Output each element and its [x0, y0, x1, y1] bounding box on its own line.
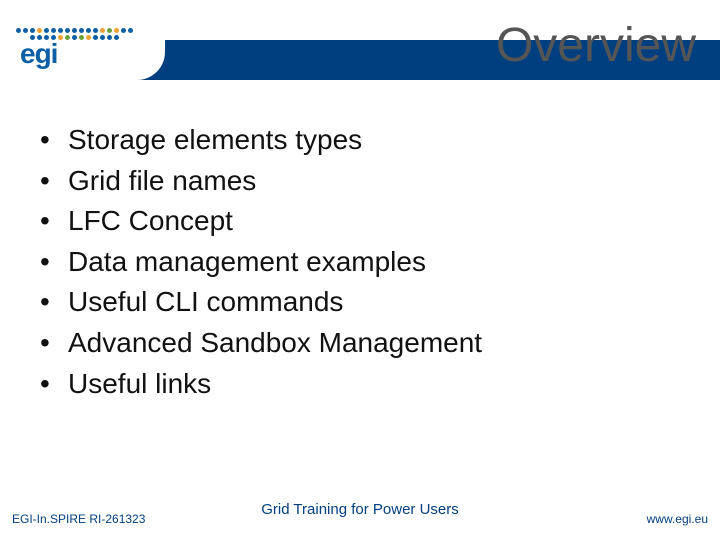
list-item: •Grid file names: [40, 161, 680, 202]
list-item: •LFC Concept: [40, 201, 680, 242]
list-item-label: Useful links: [68, 364, 211, 405]
list-item-label: Storage elements types: [68, 120, 362, 161]
content-area: •Storage elements types •Grid file names…: [40, 120, 680, 404]
bullet-list: •Storage elements types •Grid file names…: [40, 120, 680, 404]
bullet-icon: •: [40, 120, 68, 161]
list-item: •Data management examples: [40, 242, 680, 283]
list-item: •Useful CLI commands: [40, 282, 680, 323]
list-item-label: Useful CLI commands: [68, 282, 343, 323]
bullet-icon: •: [40, 323, 68, 364]
slide: egi Overview •Storage elements types •Gr…: [0, 0, 720, 540]
list-item-label: LFC Concept: [68, 201, 233, 242]
list-item: •Storage elements types: [40, 120, 680, 161]
footer-center-text: Grid Training for Power Users: [0, 501, 720, 518]
logo: egi: [14, 6, 154, 70]
bullet-icon: •: [40, 364, 68, 405]
list-item: •Advanced Sandbox Management: [40, 323, 680, 364]
bullet-icon: •: [40, 201, 68, 242]
footer: EGI-In.SPIRE RI-261323 Grid Training for…: [0, 500, 720, 526]
list-item-label: Grid file names: [68, 161, 256, 202]
bullet-icon: •: [40, 161, 68, 202]
bullet-icon: •: [40, 282, 68, 323]
logo-text: egi: [20, 38, 154, 70]
bullet-icon: •: [40, 242, 68, 283]
footer-right-link[interactable]: www.egi.eu: [647, 512, 708, 526]
slide-title: Overview: [496, 18, 696, 73]
list-item: •Useful links: [40, 364, 680, 405]
logo-dots-icon: [14, 6, 134, 40]
list-item-label: Advanced Sandbox Management: [68, 323, 482, 364]
list-item-label: Data management examples: [68, 242, 426, 283]
